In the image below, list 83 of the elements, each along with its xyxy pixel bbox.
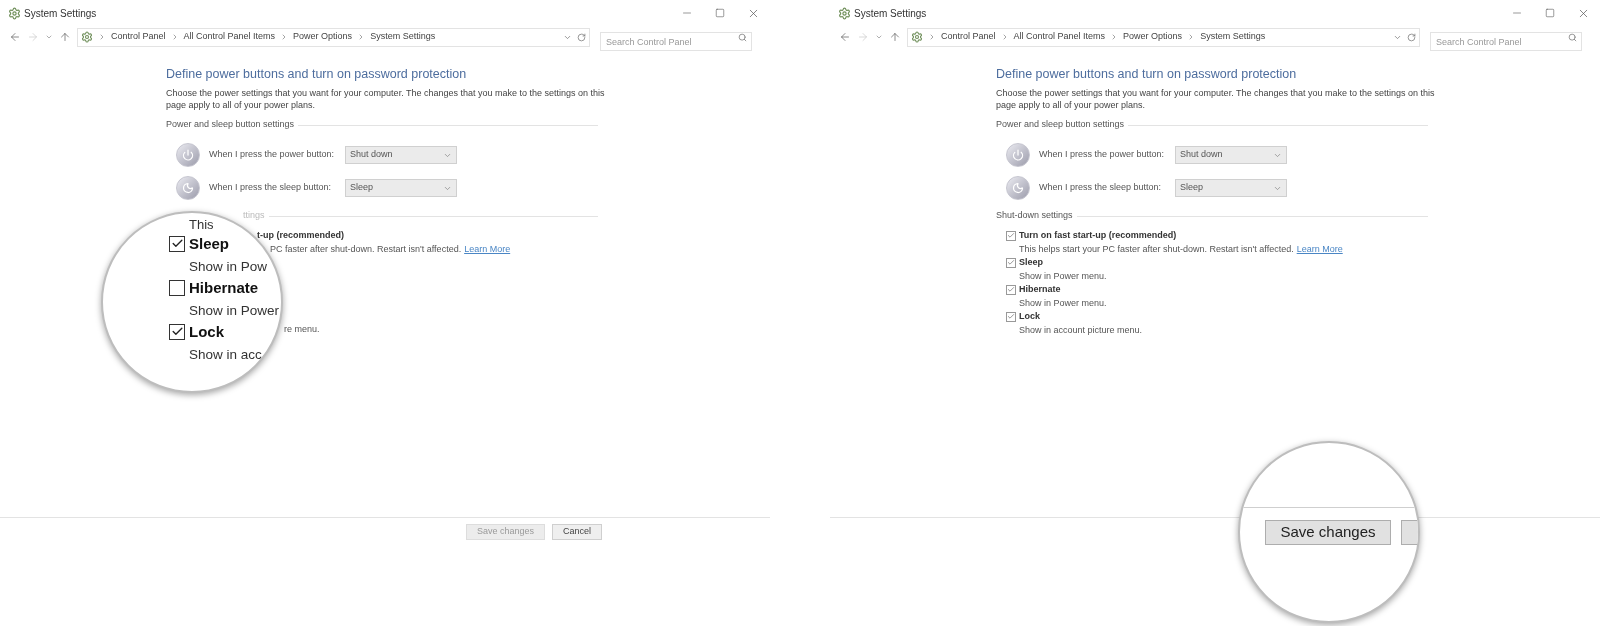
search-field[interactable]: Search Control Panel (600, 32, 752, 51)
setting-label: When I press the power button: (209, 148, 336, 162)
action-dropdown[interactable]: Sleep (1175, 179, 1287, 197)
history-chevron-icon[interactable] (875, 33, 883, 41)
breadcrumb-item[interactable]: Control Panel (111, 30, 166, 44)
setting-label: When I press the sleep button: (1039, 181, 1163, 195)
forward-icon[interactable] (857, 31, 869, 43)
checkbox[interactable] (169, 235, 185, 252)
option-label: Sleep (189, 234, 230, 254)
up-icon[interactable] (59, 31, 71, 43)
setting-label: When I press the power button: (1039, 148, 1166, 162)
address-bar[interactable]: Control Panel All Control Panel Items Power Options System Settings (907, 27, 1420, 47)
breadcrumb-item[interactable]: Power Options (293, 30, 353, 44)
breadcrumb-item[interactable]: System Settings (370, 30, 436, 44)
window-title: System Settings (854, 6, 927, 21)
breadcrumb-item[interactable]: Power Options (1123, 30, 1183, 44)
breadcrumb-item[interactable]: System Settings (1200, 30, 1266, 44)
maximize-icon[interactable] (715, 8, 725, 18)
option-description: Show in Pow (189, 258, 268, 274)
option-description: Show in account picture menu. (1019, 324, 1143, 335)
refresh-icon[interactable] (1407, 32, 1416, 42)
option-description: Show in acc (189, 346, 262, 362)
address-bar[interactable]: Control Panel All Control Panel Items Power Options System Settings (77, 27, 590, 47)
back-icon[interactable] (9, 31, 21, 43)
option-description: This helps start your PC faster after shut-down. Restart isn't affected. (1019, 243, 1294, 254)
option-description: re menu. (284, 324, 320, 334)
power-icon (1006, 143, 1030, 167)
search-icon (738, 32, 747, 42)
option-label: Hibernate (189, 278, 259, 298)
option-description: Show in Power menu. (1019, 297, 1107, 308)
page-heading: Define power buttons and turn on password protection (996, 66, 1298, 82)
chevron-icon (928, 33, 936, 41)
intro-text: Choose the power settings that you want for your computer. The changes that you make to the settings on this page apply to all of your power plans. (996, 87, 1436, 111)
action-dropdown[interactable]: Sleep (345, 179, 457, 197)
up-icon[interactable] (889, 31, 901, 43)
option-label: Hibernate (1019, 283, 1061, 296)
gear-icon (8, 6, 21, 20)
section-title: This (189, 217, 214, 232)
page-heading: Define power buttons and turn on password protection (166, 66, 468, 82)
option-label: Lock (189, 322, 224, 342)
option-label: Sleep (1019, 256, 1043, 269)
learn-more-link[interactable]: Learn More (464, 243, 511, 254)
section-title: Power and sleep button settings (166, 118, 295, 132)
checkbox[interactable] (1006, 284, 1016, 295)
search-field[interactable]: Search Control Panel (1430, 32, 1582, 51)
option-label: Lock (1019, 310, 1040, 323)
refresh-icon[interactable] (577, 32, 586, 42)
option-description: Show in Power (189, 302, 280, 318)
option-description: PC faster after shut-down. Restart isn't affected. (270, 243, 462, 254)
checkbox[interactable] (1006, 230, 1016, 241)
chevron-icon (98, 33, 106, 41)
breadcrumb-item[interactable]: All Control Panel Items (183, 30, 276, 44)
intro-text: Choose the power settings that you want for your computer. The changes that you make to the settings on this page apply to all of your power plans. (166, 87, 606, 111)
section-title: Power and sleep button settings (996, 118, 1125, 132)
gear-icon (81, 31, 93, 43)
setting-label: When I press the sleep button: (209, 181, 333, 195)
section-title: ttings (243, 209, 265, 223)
maximize-icon[interactable] (1545, 8, 1555, 18)
checkbox[interactable] (1006, 257, 1016, 268)
option-label: t-up (recommended) (257, 229, 344, 242)
learn-more-link[interactable]: Learn More (1296, 243, 1343, 254)
search-icon (1568, 32, 1577, 42)
moon-icon (1006, 176, 1030, 200)
gear-icon (911, 31, 923, 43)
history-chevron-icon[interactable] (45, 33, 53, 41)
checkbox[interactable] (1006, 311, 1016, 322)
option-description: Show in Power menu. (1019, 270, 1107, 281)
back-icon[interactable] (839, 31, 851, 43)
power-icon (176, 143, 200, 167)
checkbox[interactable] (169, 323, 185, 340)
save-changes-button[interactable]: Save changes (1265, 520, 1391, 545)
action-dropdown[interactable]: Shut down (345, 146, 457, 164)
section-title: Shut-down settings (996, 209, 1073, 223)
option-label: Turn on fast start-up (recommended) (1019, 229, 1177, 242)
action-dropdown[interactable]: Shut down (1175, 146, 1287, 164)
gear-icon (838, 6, 851, 20)
breadcrumb-item[interactable]: All Control Panel Items (1013, 30, 1106, 44)
window-title: System Settings (24, 6, 97, 21)
moon-icon (176, 176, 200, 200)
forward-icon[interactable] (27, 31, 39, 43)
breadcrumb-item[interactable]: Control Panel (941, 30, 996, 44)
cancel-button[interactable]: Cancel (552, 524, 602, 540)
checkbox[interactable] (169, 279, 185, 296)
